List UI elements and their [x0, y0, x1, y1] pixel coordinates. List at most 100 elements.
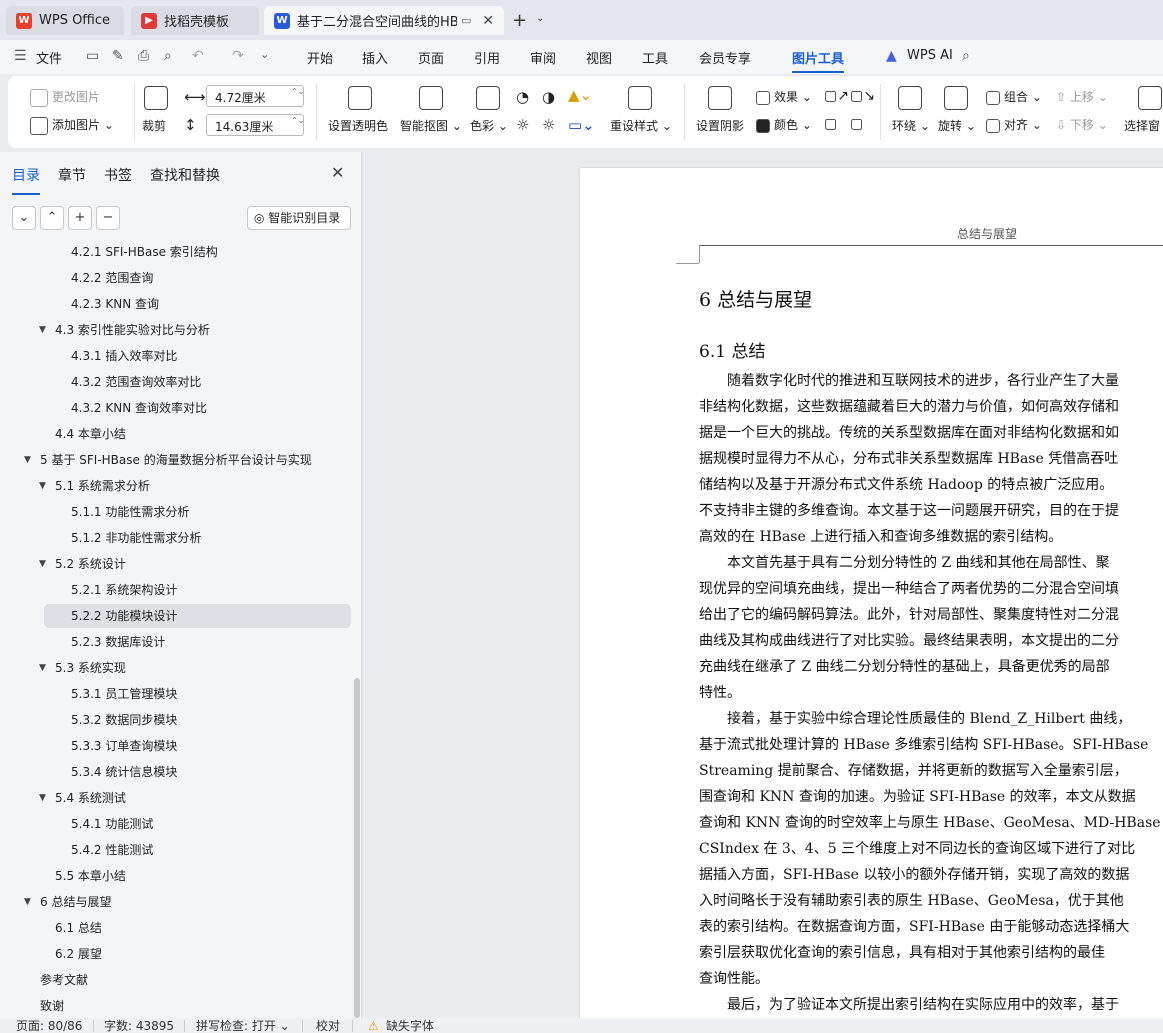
toc-caret-icon[interactable]: ▼: [24, 897, 31, 907]
new-tab-button[interactable]: +: [512, 10, 527, 31]
toc-item[interactable]: 5.2 系统设计: [55, 552, 126, 576]
save-icon[interactable]: ▭: [86, 48, 99, 64]
menu-view[interactable]: 视图: [586, 48, 612, 67]
selection-pane-button[interactable]: 选择窗: [1124, 117, 1160, 134]
toc-item[interactable]: 5.3.2 数据同步模块: [71, 708, 177, 732]
menu-home[interactable]: 开始: [307, 48, 333, 67]
format-painter-icon[interactable]: ✎: [112, 48, 124, 64]
rotate-button[interactable]: 旋转 ⌄: [938, 117, 976, 134]
sun-icon[interactable]: ☼: [516, 116, 529, 134]
document-page[interactable]: 总结与展望 6 总结与展望 6.1 总结 随着数字化时代的推进和互联网技术的进步…: [580, 168, 1163, 1018]
close-icon[interactable]: ✕: [331, 163, 344, 182]
page-indicator[interactable]: 页面: 80/86: [16, 1019, 82, 1033]
toc-item[interactable]: 5.1.2 非功能性需求分析: [71, 526, 201, 550]
brightness-icon[interactable]: ◔: [516, 88, 529, 106]
nav-tab-sections[interactable]: 章节: [58, 165, 86, 185]
toc-item[interactable]: 5 基于 SFI-HBase 的海量数据分析平台设计与实现: [40, 448, 312, 472]
outline-color-icon[interactable]: ▭⌄: [568, 116, 595, 134]
toc-caret-icon[interactable]: ▼: [39, 559, 46, 569]
toc-caret-icon[interactable]: ▼: [39, 481, 46, 491]
wrap-button[interactable]: 环绕 ⌄: [892, 117, 930, 134]
height-input[interactable]: 14.63厘米: [206, 114, 304, 136]
menu-review[interactable]: 审阅: [530, 48, 556, 67]
toc-item[interactable]: 4.3.2 KNN 查询效率对比: [71, 396, 207, 420]
menu-tools[interactable]: 工具: [642, 48, 668, 67]
fill-color-icon[interactable]: ▲⌄: [568, 86, 592, 104]
tab-template[interactable]: ▶ 找稻壳模板: [131, 6, 259, 35]
print-preview-icon[interactable]: ⌕: [164, 48, 172, 64]
menu-wps-ai[interactable]: WPS AI: [907, 48, 953, 63]
crop-button[interactable]: 裁剪: [142, 117, 166, 134]
align-button[interactable]: 对齐 ⌄: [986, 116, 1042, 133]
menu-file[interactable]: 文件: [36, 48, 62, 67]
redo-icon[interactable]: ↷: [232, 48, 244, 64]
color-button[interactable]: 色彩 ⌄: [470, 117, 508, 134]
toc-item[interactable]: 5.4 系统测试: [55, 786, 126, 810]
toc-item[interactable]: 4.2.1 SFI-HBase 索引结构: [71, 240, 218, 264]
move-down-button[interactable]: ⇩ 下移 ⌄: [1056, 116, 1108, 133]
width-input[interactable]: 4.72厘米: [206, 85, 304, 107]
shadow-right-icon[interactable]: ▢: [850, 116, 863, 132]
toc-item[interactable]: 4.3.1 插入效率对比: [71, 344, 177, 368]
toc-item[interactable]: 4.3.2 范围查询效率对比: [71, 370, 201, 394]
toc-item[interactable]: 参考文献: [40, 968, 88, 992]
menu-picture-tools[interactable]: 图片工具: [792, 48, 845, 73]
toc-item[interactable]: 5.3.1 员工管理模块: [71, 682, 177, 706]
undo-icon[interactable]: ↶: [192, 48, 204, 64]
toc-item[interactable]: 6.2 展望: [55, 942, 102, 966]
chevron-down-icon[interactable]: ⌄: [536, 13, 544, 24]
toc-item[interactable]: 4.2.2 范围查询: [71, 266, 153, 290]
nav-tab-find-replace[interactable]: 查找和替换: [150, 165, 220, 185]
toc-item[interactable]: 5.2.3 数据库设计: [71, 630, 165, 654]
toc-item[interactable]: 5.1.1 功能性需求分析: [71, 500, 189, 524]
set-transparent-button[interactable]: 设置透明色: [328, 117, 388, 134]
tab-document[interactable]: W 基于二分混合空间曲线的HBase ▭ ✕: [264, 6, 504, 35]
menu-page[interactable]: 页面: [418, 48, 444, 67]
toc-item[interactable]: 5.2.2 功能模块设计: [71, 604, 177, 628]
toc-item[interactable]: 5.4.2 性能测试: [71, 838, 153, 862]
toc-caret-icon[interactable]: ▼: [39, 793, 46, 803]
menu-insert[interactable]: 插入: [362, 48, 388, 67]
toc-caret-icon[interactable]: ▼: [39, 663, 46, 673]
toc-item[interactable]: 5.4.1 功能测试: [71, 812, 153, 836]
smart-cutout-button[interactable]: 智能抠图 ⌄: [400, 117, 462, 134]
toc-item[interactable]: 4.2.3 KNN 查询: [71, 292, 159, 316]
toc-item[interactable]: 6.1 总结: [55, 916, 102, 940]
toc-item[interactable]: 4.4 本章小结: [55, 422, 126, 446]
spell-check[interactable]: 拼写检查: 打开 ⌄: [196, 1019, 290, 1033]
toc-item[interactable]: 5.3.4 统计信息模块: [71, 760, 177, 784]
smart-toc-button[interactable]: ◎ 智能识别目录: [247, 206, 351, 230]
add-heading-button[interactable]: +: [68, 206, 92, 230]
change-picture-button[interactable]: 更改图片: [30, 88, 100, 107]
shadow-down-icon[interactable]: ▢↘: [850, 88, 875, 104]
collapse-up-button[interactable]: ⌃: [40, 206, 64, 230]
toc-item[interactable]: 5.1 系统需求分析: [55, 474, 150, 498]
move-up-button[interactable]: ⇧ 上移 ⌄: [1056, 88, 1108, 105]
toc-item[interactable]: 5.3 系统实现: [55, 656, 126, 680]
color2-button[interactable]: 颜色 ⌄: [756, 116, 812, 133]
remove-heading-button[interactable]: −: [96, 206, 120, 230]
toc-item[interactable]: 5.5 本章小结: [55, 864, 126, 888]
chevron-down-icon[interactable]: ⌄: [260, 48, 269, 61]
proofread-button[interactable]: 校对: [316, 1019, 340, 1033]
hamburger-icon[interactable]: ☰: [14, 48, 27, 64]
search-icon[interactable]: ⌕: [962, 48, 970, 64]
shadow-up-icon[interactable]: ▢↗: [824, 88, 849, 104]
menu-reference[interactable]: 引用: [474, 48, 500, 67]
reset-style-button[interactable]: 重设样式 ⌄: [610, 117, 672, 134]
add-picture-button[interactable]: 添加图片 ⌄: [30, 116, 114, 135]
set-shadow-button[interactable]: 设置阴影: [696, 117, 744, 134]
shadow-left-icon[interactable]: ▢: [824, 116, 837, 132]
close-tab-icon[interactable]: ✕: [482, 13, 494, 29]
contrast-icon[interactable]: ◑: [542, 88, 555, 106]
effect-button[interactable]: 效果 ⌄: [756, 88, 812, 105]
toc-item[interactable]: 5.2.1 系统架构设计: [71, 578, 177, 602]
toc-caret-icon[interactable]: ▼: [24, 455, 31, 465]
nav-tab-bookmarks[interactable]: 书签: [104, 165, 132, 185]
word-count[interactable]: 字数: 43895: [104, 1019, 174, 1033]
expand-down-button[interactable]: ⌄: [12, 206, 36, 230]
toc-scrollbar[interactable]: [354, 678, 360, 1018]
missing-font-button[interactable]: 缺失字体: [386, 1019, 434, 1033]
print-icon[interactable]: ⎙: [138, 48, 149, 64]
menu-member[interactable]: 会员专享: [699, 48, 751, 67]
